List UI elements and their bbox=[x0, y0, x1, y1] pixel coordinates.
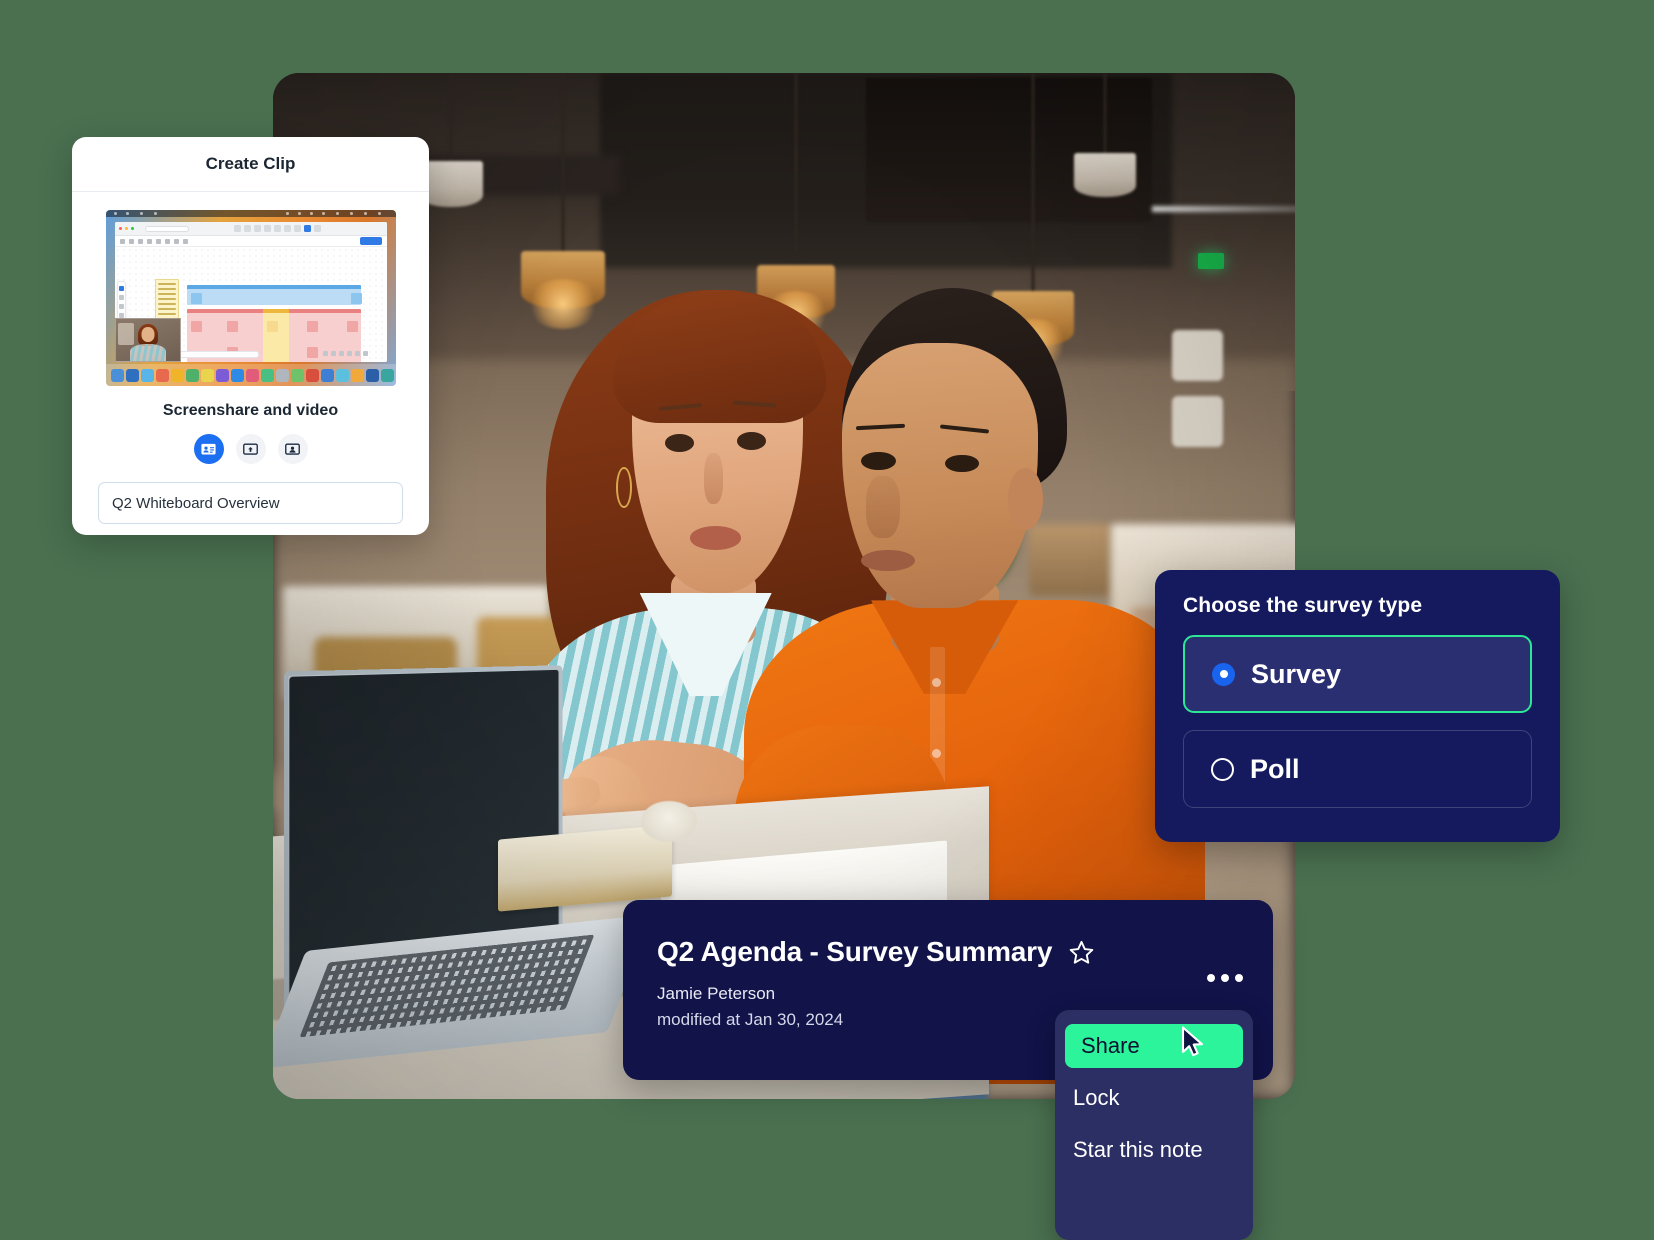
clip-name-input[interactable] bbox=[98, 482, 403, 524]
note-title: Q2 Agenda - Survey Summary bbox=[657, 936, 1053, 967]
note-context-menu: Share Lock Star this note bbox=[1055, 1010, 1253, 1240]
video-pip-overlay bbox=[114, 318, 181, 362]
create-clip-header: Create Clip bbox=[72, 137, 429, 192]
clip-thumbnail-preview[interactable] bbox=[105, 210, 396, 386]
create-clip-card: Create Clip Screenshare and video Q2 Whi… bbox=[72, 137, 429, 535]
screenshare-and-video-mode-button[interactable] bbox=[193, 434, 224, 464]
note-author: Jamie Peterson bbox=[657, 984, 776, 1003]
survey-panel-heading: Choose the survey type bbox=[1183, 594, 1423, 617]
whiteboard-row-blue bbox=[186, 285, 361, 305]
browser-toolbar bbox=[114, 222, 387, 236]
screen-with-person-icon bbox=[201, 443, 216, 454]
whiteboard-bottom-tools bbox=[322, 351, 379, 358]
clip-mode-label: Screenshare and video bbox=[162, 402, 339, 419]
exit-sign bbox=[1197, 252, 1224, 269]
star-outline-icon[interactable] bbox=[1068, 939, 1095, 966]
screenshare-only-mode-button[interactable] bbox=[235, 434, 266, 464]
context-menu-item-star-this-note[interactable]: Star this note bbox=[1055, 1128, 1253, 1172]
create-clip-title: Create Clip bbox=[205, 154, 296, 173]
strip-light bbox=[1151, 206, 1295, 213]
radio-unselected-icon bbox=[1211, 757, 1234, 781]
create-clip-body: Screenshare and video bbox=[72, 192, 429, 524]
survey-option-poll[interactable]: Poll bbox=[1183, 730, 1532, 808]
note-overflow-menu-button[interactable] bbox=[1207, 974, 1243, 982]
whiteboard-comment-bar bbox=[172, 351, 259, 358]
note-card-header: Q2 Agenda - Survey Summary bbox=[657, 936, 1239, 968]
context-menu-item-share[interactable]: Share bbox=[1065, 1024, 1243, 1068]
clip-mode-selector bbox=[98, 434, 403, 464]
radio-selected-icon bbox=[1212, 662, 1235, 686]
screen-upload-icon bbox=[243, 443, 258, 455]
whiteboard-col-yellow bbox=[262, 309, 289, 362]
macos-menu-bar bbox=[105, 210, 396, 217]
whiteboard-toolbar bbox=[114, 236, 387, 247]
context-menu-item-lock[interactable]: Lock bbox=[1055, 1076, 1253, 1120]
survey-option-survey[interactable]: Survey bbox=[1183, 635, 1532, 713]
context-menu-item-share-label: Share bbox=[1081, 1033, 1140, 1058]
survey-option-poll-label: Poll bbox=[1250, 753, 1300, 784]
macos-dock bbox=[105, 364, 396, 386]
context-menu-item-lock-label: Lock bbox=[1073, 1085, 1120, 1110]
person-frame-icon bbox=[285, 443, 300, 455]
survey-type-panel: Choose the survey type Survey Poll bbox=[1155, 570, 1560, 842]
pendant-lamp-white-right bbox=[1070, 73, 1140, 213]
screenshot-stage: Create Clip Screenshare and video Q2 Whi… bbox=[0, 0, 1654, 1240]
survey-option-survey-label: Survey bbox=[1251, 658, 1342, 689]
video-only-mode-button[interactable] bbox=[277, 434, 308, 464]
context-menu-item-star-this-note-label: Star this note bbox=[1073, 1137, 1203, 1162]
